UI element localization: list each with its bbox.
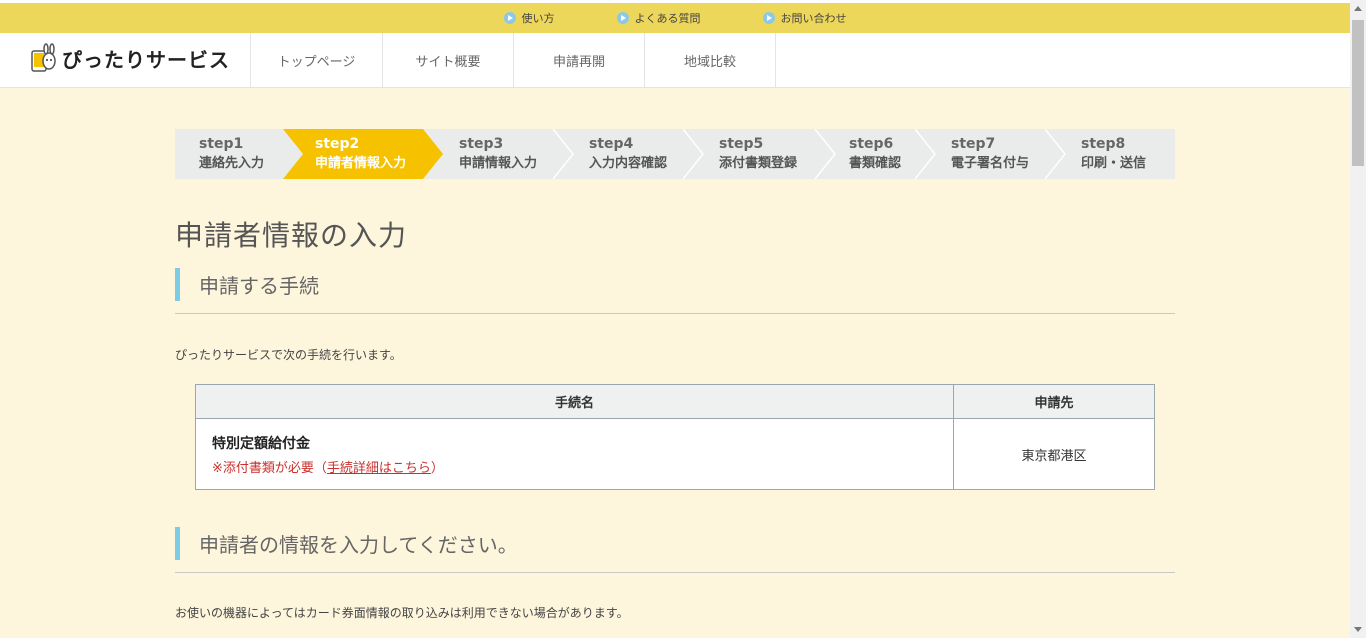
step-label: 電子署名付与	[951, 156, 1030, 171]
attachment-note: ※添付書類が必要（手続詳細はこちら）	[212, 457, 952, 476]
step-number: step8	[1081, 136, 1126, 152]
top-link-contact[interactable]: お問い合わせ	[723, 10, 847, 26]
table-row: 特別定額給付金 ※添付書類が必要（手続詳細はこちら） 東京都港区	[195, 418, 1155, 490]
section-accent-bar	[175, 527, 180, 560]
step-2-active: step2 申請者情報入力	[315, 129, 406, 179]
section-heading-text: 申請する手続	[199, 274, 319, 298]
step-number: step4	[589, 136, 634, 152]
step-label: 添付書類登録	[719, 156, 798, 171]
step-label: 申請者情報入力	[315, 156, 407, 171]
step-number: step1	[199, 136, 244, 152]
logo-text: ぴったりサービス	[62, 47, 230, 72]
nav-item-region-compare[interactable]: 地域比較	[644, 33, 776, 87]
top-utility-bar: 使い方 よくある質問 お問い合わせ	[0, 0, 1350, 33]
section-heading-procedure: 申請する手続	[175, 268, 1175, 314]
nav-item-overview[interactable]: サイト概要	[382, 33, 513, 87]
step-number: step2	[315, 136, 360, 152]
step-5: step5 添付書類登録	[719, 129, 797, 179]
step-progress: step1 連絡先入力 step2 申請者情報入力 step3 申請情報入力 s…	[175, 129, 1175, 179]
top-link-label: 使い方	[521, 12, 555, 25]
note-prefix: ※添付書類が必要（	[212, 460, 327, 476]
top-link-label: よくある質問	[634, 12, 701, 25]
section-heading-text: 申請者の情報を入力してください。	[199, 533, 518, 557]
procedure-name: 特別定額給付金	[212, 435, 310, 452]
procedure-description: ぴったりサービスで次の手続を行います。	[175, 348, 402, 362]
step-1: step1 連絡先入力	[199, 129, 264, 179]
scroll-down-arrow-icon[interactable]	[1354, 627, 1362, 632]
nav-item-resume[interactable]: 申請再開	[513, 33, 644, 87]
card-reading-notice: お使いの機器によってはカード券面情報の取り込みは利用できない場合があります。	[175, 606, 629, 620]
step-label: 入力内容確認	[589, 156, 668, 171]
site-logo[interactable]: ぴったりサービス	[30, 43, 230, 73]
play-circle-icon	[616, 12, 629, 24]
scroll-thumb[interactable]	[1352, 20, 1364, 166]
table-header-row: 手続名 申請先	[195, 384, 1155, 419]
step-7: step7 電子署名付与	[951, 129, 1029, 179]
step-label: 印刷・送信	[1081, 156, 1147, 171]
nav-item-top[interactable]: トップページ	[250, 33, 382, 87]
site-header: ぴったりサービス トップページ サイト概要 申請再開 地域比較	[0, 33, 1350, 88]
step-number: step5	[719, 136, 764, 152]
top-link-usage[interactable]: 使い方	[503, 10, 555, 26]
step-8: step8 印刷・送信	[1081, 129, 1146, 179]
step-3: step3 申請情報入力	[459, 129, 537, 179]
rabbit-logo-icon	[31, 43, 56, 72]
step-number: step6	[849, 136, 894, 152]
top-link-label: お問い合わせ	[780, 12, 847, 25]
step-4: step4 入力内容確認	[589, 129, 667, 179]
step-6: step6 書類確認	[849, 129, 901, 179]
section-accent-bar	[175, 268, 180, 301]
play-circle-icon	[503, 12, 516, 24]
step-number: step3	[459, 136, 504, 152]
step-label: 申請情報入力	[459, 156, 538, 171]
scroll-up-arrow-icon[interactable]	[1354, 6, 1362, 11]
step-label: 連絡先入力	[199, 156, 265, 171]
destination-cell: 東京都港区	[953, 418, 1155, 490]
note-suffix: ）	[430, 460, 444, 476]
step-number: step7	[951, 136, 996, 152]
procedure-details-link[interactable]: 手続詳細はこちら	[327, 461, 431, 476]
section-heading-applicant-info: 申請者の情報を入力してください。	[175, 527, 1175, 573]
play-circle-icon	[762, 12, 775, 24]
column-header-destination: 申請先	[953, 384, 1155, 419]
page-title: 申請者情報の入力	[175, 219, 408, 252]
page-scrollbar[interactable]	[1350, 0, 1366, 638]
main-nav: トップページ サイト概要 申請再開 地域比較	[250, 33, 776, 87]
column-header-procedure-name: 手続名	[195, 384, 954, 419]
procedure-table: 手続名 申請先 特別定額給付金 ※添付書類が必要（手続詳細はこちら） 東京都港区	[195, 384, 1155, 490]
procedure-name-cell: 特別定額給付金 ※添付書類が必要（手続詳細はこちら）	[195, 418, 954, 490]
step-label: 書類確認	[849, 156, 902, 171]
top-link-faq[interactable]: よくある質問	[577, 10, 701, 26]
